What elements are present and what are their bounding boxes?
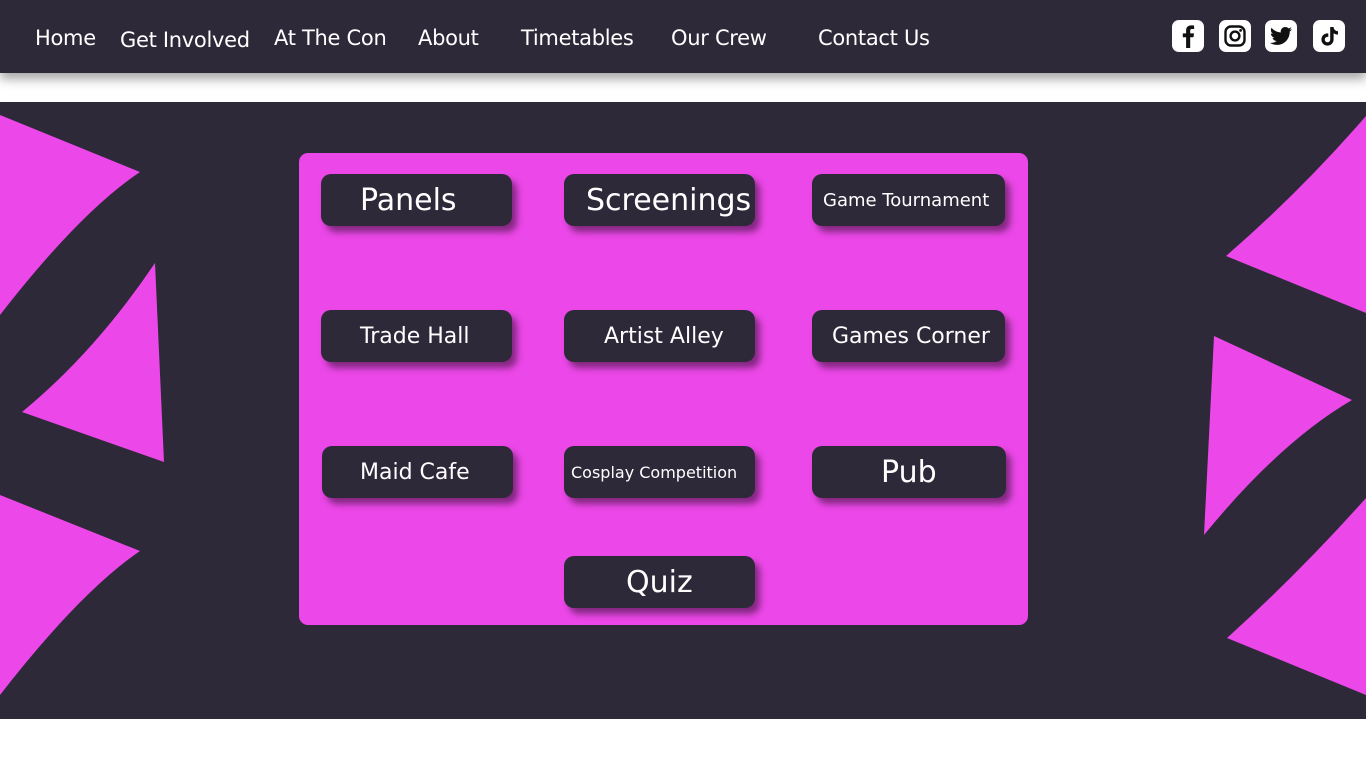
facebook-icon[interactable] [1172, 20, 1204, 52]
nav-link-at-the-con[interactable]: At The Con [274, 24, 387, 52]
cosplay-competition-button[interactable]: Cosplay Competition [564, 446, 755, 498]
nav-link-contact-us[interactable]: Contact Us [818, 24, 930, 52]
top-navbar: Home Get Involved At The Con About Timet… [0, 0, 1366, 73]
trade-hall-button[interactable]: Trade Hall [321, 310, 512, 362]
twitter-icon[interactable] [1265, 20, 1297, 52]
hero-section: Panels Screenings Game Tournament Trade … [0, 102, 1366, 719]
nav-link-about[interactable]: About [418, 24, 479, 52]
maid-cafe-button[interactable]: Maid Cafe [322, 446, 513, 498]
game-tournament-button[interactable]: Game Tournament [812, 174, 1005, 226]
quiz-button[interactable]: Quiz [564, 556, 755, 608]
games-corner-button[interactable]: Games Corner [812, 310, 1005, 362]
panels-button[interactable]: Panels [321, 174, 512, 226]
instagram-icon[interactable] [1219, 20, 1251, 52]
artist-alley-button[interactable]: Artist Alley [564, 310, 755, 362]
screenings-button[interactable]: Screenings [564, 174, 755, 226]
nav-link-timetables[interactable]: Timetables [521, 24, 634, 52]
events-panel: Panels Screenings Game Tournament Trade … [299, 153, 1028, 625]
nav-link-home[interactable]: Home [35, 24, 96, 52]
nav-link-get-involved[interactable]: Get Involved [120, 26, 250, 54]
pub-button[interactable]: Pub [812, 446, 1006, 498]
tiktok-icon[interactable] [1313, 20, 1345, 52]
nav-link-our-crew[interactable]: Our Crew [671, 24, 767, 52]
